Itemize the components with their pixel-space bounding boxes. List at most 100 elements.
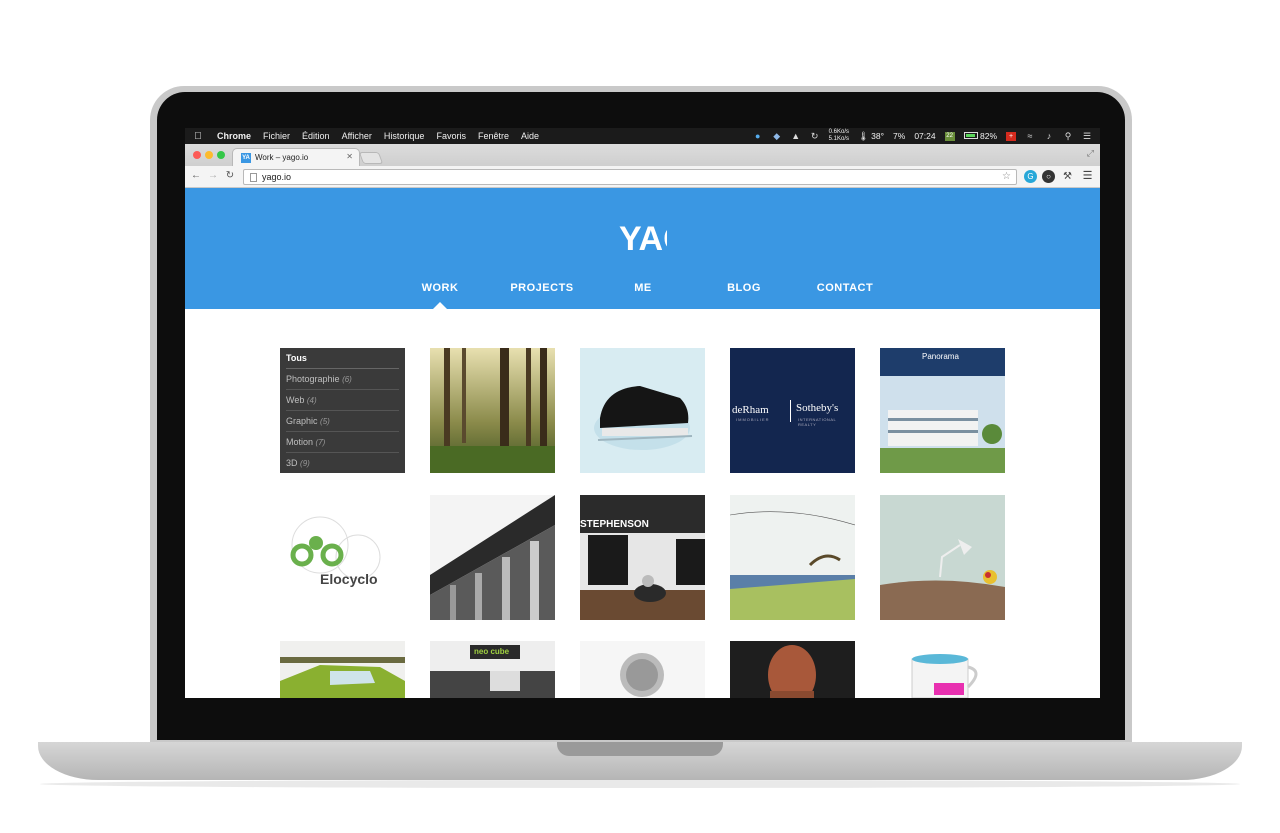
nav-projects[interactable]: PROJECTS bbox=[497, 282, 587, 294]
temperature-value: 38° bbox=[871, 130, 885, 141]
close-window-button[interactable] bbox=[193, 151, 201, 159]
nav-work[interactable]: WORK bbox=[395, 282, 485, 294]
logo-text: YAG bbox=[619, 220, 667, 258]
drive-icon[interactable]: ▲ bbox=[791, 131, 801, 141]
browser-tab[interactable]: YA Work – yago.io ✕ bbox=[232, 148, 360, 166]
filter-label: Motion bbox=[286, 437, 314, 447]
filter-label: 3D bbox=[286, 458, 298, 468]
thumb-ice-shoe[interactable] bbox=[580, 348, 705, 473]
filter-label: Tous bbox=[286, 353, 307, 363]
mac-menubar:  Chrome Fichier Édition Afficher Histor… bbox=[185, 128, 1100, 144]
extension-tool-icon[interactable]: ⚒ bbox=[1061, 170, 1074, 183]
sothebys-sub-text: INTERNATIONAL REALTY bbox=[798, 417, 837, 427]
filter-count: (6) bbox=[342, 375, 352, 384]
menu-fenetre[interactable]: Fenêtre bbox=[472, 128, 515, 144]
filter-label: Photographie bbox=[286, 374, 340, 384]
battery-icon bbox=[963, 132, 978, 139]
new-tab-button[interactable] bbox=[358, 152, 384, 164]
tab-strip: YA Work – yago.io ✕ ⤢ bbox=[185, 144, 1100, 166]
filter-3d[interactable]: 3D (9) bbox=[286, 453, 399, 474]
active-nav-caret bbox=[433, 302, 447, 309]
network-down: 0.6Ko/s bbox=[828, 129, 850, 135]
thumb-landscape[interactable] bbox=[730, 495, 855, 620]
notification-icon[interactable]: ☰ bbox=[1082, 131, 1092, 141]
thumb-sketch[interactable] bbox=[580, 641, 705, 698]
filter-tous[interactable]: Tous bbox=[286, 348, 399, 369]
menu-app-name[interactable]: Chrome bbox=[211, 128, 257, 144]
thumb-mug[interactable] bbox=[880, 641, 1005, 698]
category-filter: Tous Photographie (6) Web (4) Graphic (5… bbox=[280, 348, 405, 473]
flag-icon[interactable]: + bbox=[1006, 131, 1016, 141]
filter-motion[interactable]: Motion (7) bbox=[286, 432, 399, 453]
minimize-window-button[interactable] bbox=[205, 151, 213, 159]
address-bar[interactable]: yago.io ☆ bbox=[243, 169, 1017, 185]
thumb-elocyclo[interactable]: Elocyclo bbox=[280, 495, 405, 620]
elocyclo-text: Elocyclo bbox=[320, 571, 378, 587]
page-icon bbox=[250, 172, 257, 182]
clock[interactable]: 07:24 bbox=[914, 131, 935, 141]
nav-contact[interactable]: CONTACT bbox=[800, 282, 890, 294]
battery-readout[interactable]: 82% bbox=[963, 131, 997, 141]
apple-icon[interactable]:  bbox=[185, 131, 211, 142]
thumb-car[interactable] bbox=[280, 641, 405, 698]
twitter-icon[interactable]: ● bbox=[753, 131, 763, 141]
menu-fichier[interactable]: Fichier bbox=[257, 128, 296, 144]
menu-icon[interactable]: ☰ bbox=[1081, 170, 1094, 183]
thumb-stephenson[interactable]: STEPHENSON bbox=[580, 495, 705, 620]
extension-g-icon[interactable]: G bbox=[1024, 170, 1037, 183]
menu-historique[interactable]: Historique bbox=[378, 128, 431, 144]
menu-aide[interactable]: Aide bbox=[515, 128, 545, 144]
laptop-notch bbox=[557, 742, 723, 756]
volume-icon[interactable]: ♪ bbox=[1044, 131, 1054, 141]
cpu-readout: 7% bbox=[893, 131, 906, 141]
thumb-panorama[interactable]: Panorama bbox=[880, 348, 1005, 473]
laptop-shadow bbox=[40, 780, 1240, 788]
neocube-text: neo cube bbox=[474, 647, 510, 656]
spotlight-icon[interactable]: ⚲ bbox=[1063, 131, 1073, 141]
zoom-window-button[interactable] bbox=[217, 151, 225, 159]
site-header: YAG WORK PROJECTS ME BLOG CONTACT bbox=[185, 188, 1100, 309]
browser-toolbar: ← → ↻ yago.io ☆ G ○ ⚒ ☰ bbox=[185, 166, 1100, 188]
thumb-lamp[interactable] bbox=[880, 495, 1005, 620]
network-up: 5.1Ko/s bbox=[828, 136, 850, 142]
thumb-pantheon[interactable] bbox=[430, 495, 555, 620]
thumb-forest[interactable] bbox=[430, 348, 555, 473]
screen:  Chrome Fichier Édition Afficher Histor… bbox=[185, 128, 1100, 698]
calendar-icon[interactable]: 22 bbox=[944, 131, 955, 141]
logo-divider bbox=[790, 400, 791, 422]
thumb-sculpture[interactable] bbox=[730, 641, 855, 698]
forward-icon[interactable]: → bbox=[206, 170, 220, 181]
filter-photographie[interactable]: Photographie (6) bbox=[286, 369, 399, 390]
filter-count: (7) bbox=[315, 438, 326, 447]
main-nav: WORK PROJECTS ME BLOG CONTACT bbox=[185, 282, 1100, 300]
menu-favoris[interactable]: Favoris bbox=[430, 128, 472, 144]
wifi-icon[interactable]: ≈ bbox=[1025, 131, 1035, 141]
thumb-derham-sothebys[interactable]: deRham IMMOBILIER Sotheby's INTERNATIONA… bbox=[730, 348, 855, 473]
status-area: ● ◆ ▲ ↻ 0.6Ko/s 5.1Ko/s 🌡 38° 7% 07:24 2… bbox=[753, 128, 1092, 144]
filter-count: (4) bbox=[306, 396, 317, 405]
stephenson-text: STEPHENSON bbox=[580, 519, 649, 530]
panorama-title: Panorama bbox=[922, 352, 959, 361]
reload-icon[interactable]: ↻ bbox=[223, 170, 237, 181]
dropbox-icon[interactable]: ◆ bbox=[772, 131, 782, 141]
filter-label: Web bbox=[286, 395, 305, 405]
yago-logo[interactable]: YAG bbox=[617, 210, 667, 262]
filter-label: Graphic bbox=[286, 416, 318, 426]
back-icon[interactable]: ← bbox=[189, 170, 203, 181]
nav-me[interactable]: ME bbox=[598, 282, 688, 294]
derham-logo-text: deRham bbox=[732, 404, 769, 416]
fullscreen-icon[interactable]: ⤢ bbox=[1087, 148, 1094, 159]
menu-edition[interactable]: Édition bbox=[296, 128, 336, 144]
close-tab-icon[interactable]: ✕ bbox=[346, 152, 353, 161]
nav-blog[interactable]: BLOG bbox=[699, 282, 789, 294]
favicon-icon: YA bbox=[241, 152, 251, 163]
sync-icon[interactable]: ↻ bbox=[810, 131, 820, 141]
battery-value: 82% bbox=[979, 131, 997, 141]
network-speed: 0.6Ko/s 5.1Ko/s bbox=[829, 129, 849, 143]
menu-afficher[interactable]: Afficher bbox=[336, 128, 378, 144]
bookmark-star-icon[interactable]: ☆ bbox=[1002, 171, 1011, 182]
filter-graphic[interactable]: Graphic (5) bbox=[286, 411, 399, 432]
thumb-neocube[interactable]: neo cube bbox=[430, 641, 555, 698]
filter-web[interactable]: Web (4) bbox=[286, 390, 399, 411]
extension-circle-icon[interactable]: ○ bbox=[1042, 170, 1055, 183]
